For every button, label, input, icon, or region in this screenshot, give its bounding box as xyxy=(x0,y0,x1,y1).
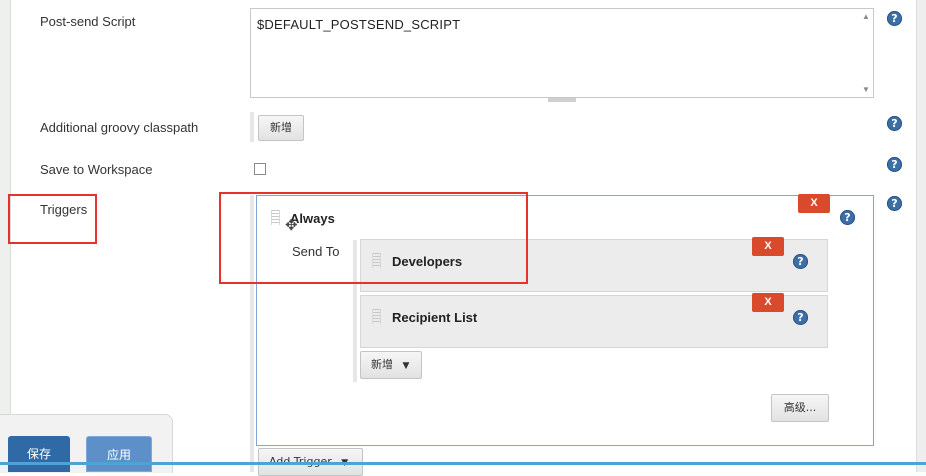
scroll-up-icon[interactable]: ▲ xyxy=(862,12,870,21)
chevron-down-icon: ▼ xyxy=(402,361,410,371)
add-recipient-label: 新增 xyxy=(371,358,393,371)
video-progress-bar[interactable] xyxy=(0,462,926,465)
save-to-workspace-checkbox[interactable] xyxy=(254,163,266,175)
delete-recipient-button[interactable]: X xyxy=(752,237,784,256)
help-icon[interactable]: ? xyxy=(887,157,902,172)
postsend-script-value: $DEFAULT_POSTSEND_SCRIPT xyxy=(257,17,461,32)
apply-button[interactable]: 应用 xyxy=(86,436,152,472)
groovy-classpath-bar xyxy=(250,112,254,142)
drag-handle-icon[interactable] xyxy=(372,309,381,324)
page-scrollbar[interactable] xyxy=(916,0,926,472)
help-icon[interactable]: ? xyxy=(793,310,808,325)
textarea-resize-grip[interactable] xyxy=(548,98,576,102)
save-to-workspace-label: Save to Workspace xyxy=(40,162,153,177)
recipient-name: Recipient List xyxy=(392,310,478,325)
help-icon[interactable]: ? xyxy=(840,210,855,225)
save-button[interactable]: 保存 xyxy=(8,436,70,472)
delete-trigger-button[interactable]: X xyxy=(798,194,830,213)
add-recipient-dropdown[interactable]: 新增 ▼ xyxy=(360,351,422,379)
groovy-classpath-label: Additional groovy classpath xyxy=(40,120,199,135)
annotation-box-trigger xyxy=(219,192,528,284)
postsend-script-label: Post-send Script xyxy=(40,14,136,29)
help-icon[interactable]: ? xyxy=(887,196,902,211)
postsend-script-textarea[interactable]: $DEFAULT_POSTSEND_SCRIPT ▲ ▼ xyxy=(250,8,874,98)
scroll-down-icon[interactable]: ▼ xyxy=(862,85,870,94)
groovy-add-button[interactable]: 新增 xyxy=(258,115,304,141)
annotation-box-triggers xyxy=(8,194,97,244)
help-icon[interactable]: ? xyxy=(887,11,902,26)
help-icon[interactable]: ? xyxy=(793,254,808,269)
advanced-button[interactable]: 高级... xyxy=(771,394,829,422)
delete-recipient-button[interactable]: X xyxy=(752,293,784,312)
help-icon[interactable]: ? xyxy=(887,116,902,131)
textarea-scrollbar[interactable]: ▲ ▼ xyxy=(861,12,871,94)
